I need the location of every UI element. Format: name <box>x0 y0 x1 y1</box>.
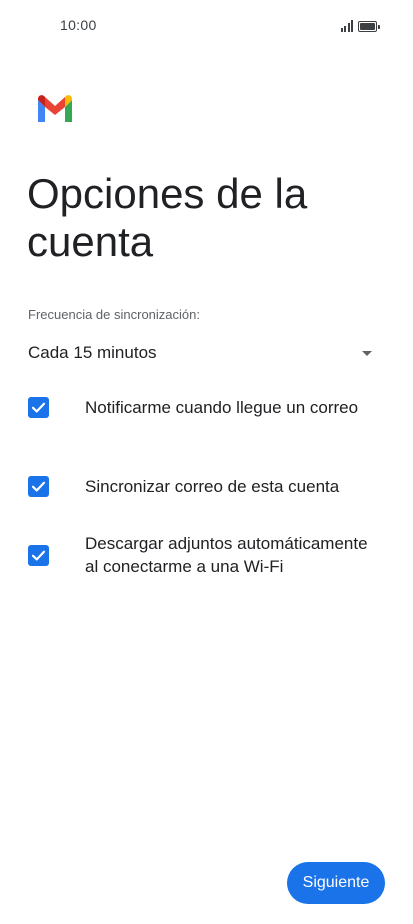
sync-frequency-dropdown[interactable]: Cada 15 minutos <box>28 338 378 368</box>
sync-label: Sincronizar correo de esta cuenta <box>85 477 340 496</box>
gmail-logo <box>38 95 72 122</box>
status-time: 10:00 <box>60 17 97 33</box>
download-label: Descargar adjuntos automáticamente al co… <box>85 534 368 576</box>
checkmark-icon <box>31 402 46 413</box>
checkmark-icon <box>31 481 46 492</box>
option-notify[interactable]: Notificarme cuando llegue un correo <box>28 396 378 419</box>
sync-frequency-label: Frecuencia de sincronización: <box>28 307 200 322</box>
status-icons <box>340 18 380 32</box>
signal-icon <box>340 20 353 32</box>
sync-frequency-value: Cada 15 minutos <box>28 343 157 362</box>
sync-checkbox[interactable] <box>28 476 49 497</box>
download-checkbox[interactable] <box>28 544 49 566</box>
battery-icon <box>358 21 380 32</box>
notify-label: Notificarme cuando llegue un correo <box>85 398 359 417</box>
next-button[interactable]: Siguiente <box>287 862 385 904</box>
checkmark-icon <box>31 550 46 560</box>
option-sync[interactable]: Sincronizar correo de esta cuenta <box>28 475 378 498</box>
status-bar: 10:00 <box>0 0 413 50</box>
option-download[interactable]: Descargar adjuntos automáticamente al co… <box>28 532 378 578</box>
page-title: Opciones de la cuenta <box>27 170 308 265</box>
notify-checkbox[interactable] <box>28 397 49 418</box>
dropdown-arrow-icon <box>362 350 372 356</box>
